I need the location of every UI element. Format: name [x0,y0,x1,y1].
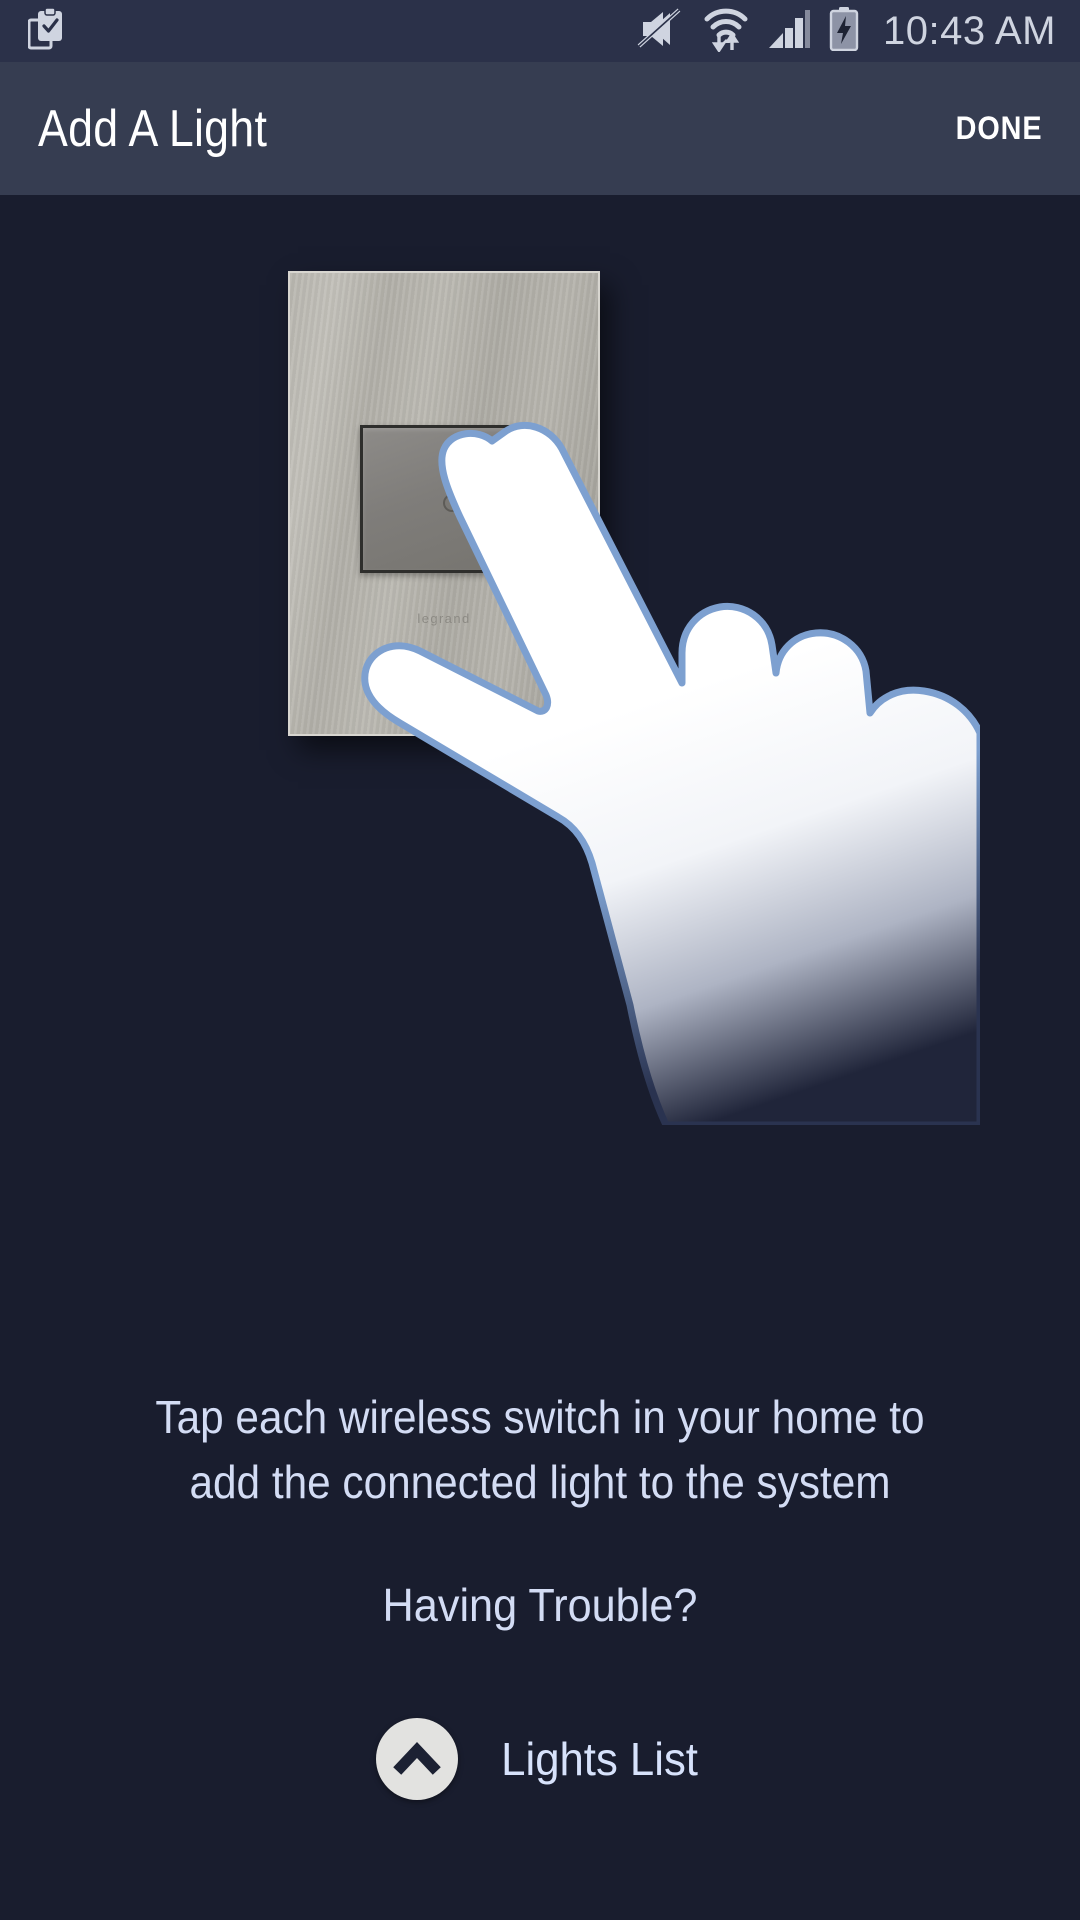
having-trouble-link[interactable]: Having Trouble? [32,1578,1047,1632]
instruction-line-1: Tap each wireless switch in your home to [155,1391,925,1443]
status-bar: 10:43 AM [0,0,1080,62]
instruction-line-2: add the connected light to the system [189,1456,891,1508]
status-bar-right-icons: 10:43 AM [637,6,1080,57]
task-checklist-icon [27,6,68,55]
switch-tap-illustration: legrand [0,195,1080,1125]
battery-charging-icon [829,6,859,56]
cellular-signal-icon [767,8,811,55]
pointing-hand-icon [300,365,980,1125]
lights-list-label: Lights List [501,1733,699,1785]
status-bar-left-icons [0,6,68,55]
app-root: 10:43 AM Add A Light DONE legrand Tap ea… [0,0,1080,1920]
lights-list-button[interactable]: Lights List [0,1718,1080,1800]
page-title: Add A Light [38,99,268,158]
chevron-up-icon[interactable] [376,1718,459,1800]
wifi-data-transfer-icon [703,6,749,57]
app-header: Add A Light DONE [0,62,1080,195]
status-bar-clock: 10:43 AM [882,8,1056,53]
sound-muted-icon [637,7,685,56]
done-button[interactable]: DONE [955,110,1042,147]
instruction-text: Tap each wireless switch in your home to… [43,1385,1037,1515]
